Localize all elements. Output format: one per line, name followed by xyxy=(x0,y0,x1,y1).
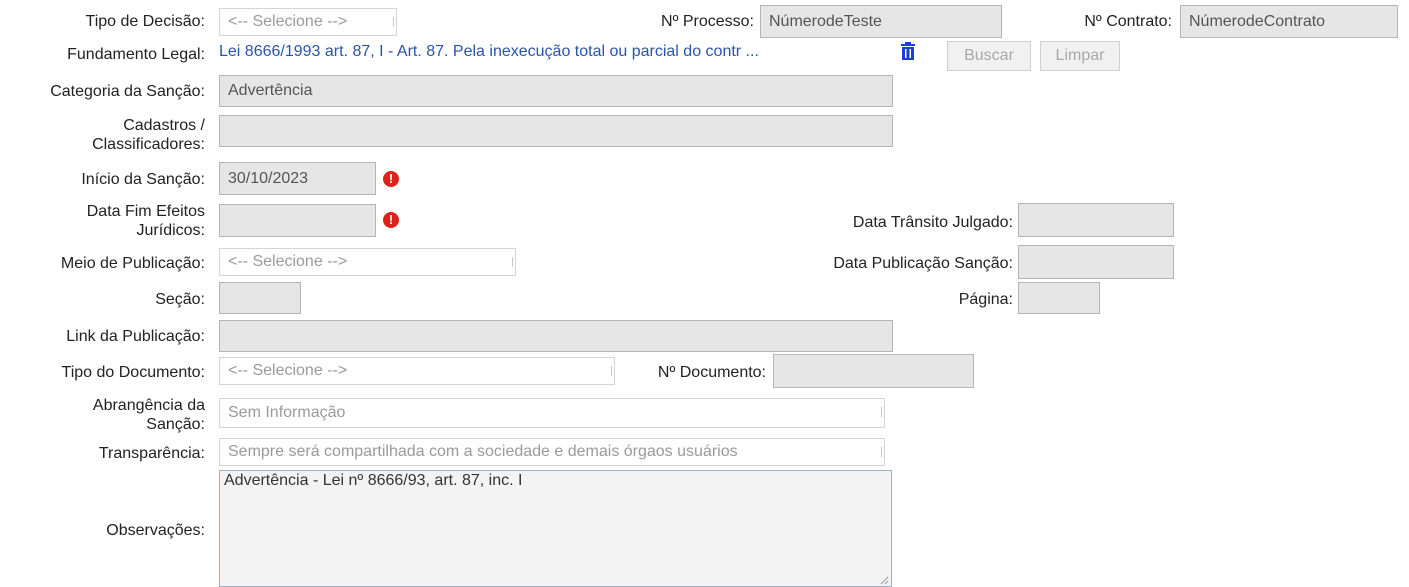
transito-input[interactable] xyxy=(1018,203,1174,237)
num-documento-input[interactable] xyxy=(773,354,974,388)
abrangencia-label-line2: Sanção: xyxy=(146,416,205,433)
pagina-label: Página: xyxy=(958,291,1013,308)
observacoes-label: Observações: xyxy=(106,522,205,539)
transparencia-value: Sempre será compartilhada com a sociedad… xyxy=(228,443,738,460)
dropdown-caret-icon xyxy=(512,257,513,267)
cadastros-label-line1: Cadastros / xyxy=(123,117,205,134)
categoria-input[interactable]: Advertência xyxy=(219,75,893,107)
data-fim-label: Data Fim Efeitos Jurídicos: xyxy=(87,202,205,240)
limpar-button[interactable]: Limpar xyxy=(1040,41,1120,71)
transparencia-label: Transparência: xyxy=(98,445,205,462)
contrato-label: Nº Contrato: xyxy=(1084,13,1172,30)
exclamation-icon: ! xyxy=(383,212,399,228)
cadastros-label: Cadastros / Classificadores: xyxy=(92,116,205,154)
processo-input[interactable]: NúmerodeTeste xyxy=(760,5,1002,38)
buscar-button[interactable]: Buscar xyxy=(947,41,1031,71)
transparencia-select[interactable]: Sempre será compartilhada com a sociedad… xyxy=(219,438,885,466)
tipo-decisao-select[interactable]: <-- Selecione --> xyxy=(219,8,397,36)
fundamento-label: Fundamento Legal: xyxy=(67,46,205,63)
cadastros-label-line2: Classificadores: xyxy=(92,136,205,153)
dropdown-caret-icon xyxy=(611,366,612,376)
link-publicacao-label: Link da Publicação: xyxy=(66,328,205,345)
fundamento-link[interactable]: Lei 8666/1993 art. 87, I - Art. 87. Pela… xyxy=(219,43,759,61)
transito-label: Data Trânsito Julgado: xyxy=(852,214,1013,231)
observacoes-textarea[interactable]: Advertência - Lei nº 8666/93, art. 87, i… xyxy=(219,470,892,587)
exclamation-icon: ! xyxy=(383,171,399,187)
inicio-input[interactable]: 30/10/2023 xyxy=(219,162,376,195)
num-documento-label: Nº Documento: xyxy=(657,364,766,381)
inicio-label: Início da Sanção: xyxy=(81,171,205,188)
data-publicacao-label: Data Publicação Sanção: xyxy=(833,255,1013,272)
abrangencia-label: Abrangência da Sanção: xyxy=(93,396,205,434)
data-fim-label-line2: Jurídicos: xyxy=(136,222,205,239)
meio-publicacao-label: Meio de Publicação: xyxy=(60,255,205,272)
categoria-label: Categoria da Sanção: xyxy=(50,83,205,100)
contrato-input[interactable]: NúmerodeContrato xyxy=(1180,5,1398,38)
cadastros-input[interactable] xyxy=(219,115,893,147)
abrangencia-label-line1: Abrangência da xyxy=(92,397,205,414)
tipo-documento-label: Tipo do Documento: xyxy=(61,364,205,381)
data-publicacao-input[interactable] xyxy=(1018,245,1174,279)
tipo-documento-value: <-- Selecione --> xyxy=(228,362,348,379)
tipo-documento-select[interactable]: <-- Selecione --> xyxy=(219,357,615,385)
data-fim-input[interactable] xyxy=(219,204,376,237)
data-fim-label-line1: Data Fim Efeitos xyxy=(86,203,205,220)
resize-grip-icon[interactable] xyxy=(879,575,889,585)
dropdown-caret-icon xyxy=(881,447,882,457)
meio-publicacao-select[interactable]: <-- Selecione --> xyxy=(219,248,516,276)
dropdown-caret-icon xyxy=(881,407,882,417)
secao-input[interactable] xyxy=(219,282,301,314)
pagina-input[interactable] xyxy=(1018,282,1100,314)
tipo-decisao-value: <-- Selecione --> xyxy=(228,13,348,30)
abrangencia-value: Sem Informação xyxy=(228,404,346,421)
trash-icon[interactable] xyxy=(900,42,916,60)
processo-label: Nº Processo: xyxy=(661,13,754,30)
secao-label: Seção: xyxy=(155,291,205,308)
abrangencia-select[interactable]: Sem Informação xyxy=(219,398,885,428)
dropdown-caret-icon xyxy=(393,17,394,27)
link-publicacao-input[interactable] xyxy=(219,320,893,352)
tipo-decisao-label: Tipo de Decisão: xyxy=(85,13,205,30)
meio-publicacao-value: <-- Selecione --> xyxy=(228,253,348,270)
